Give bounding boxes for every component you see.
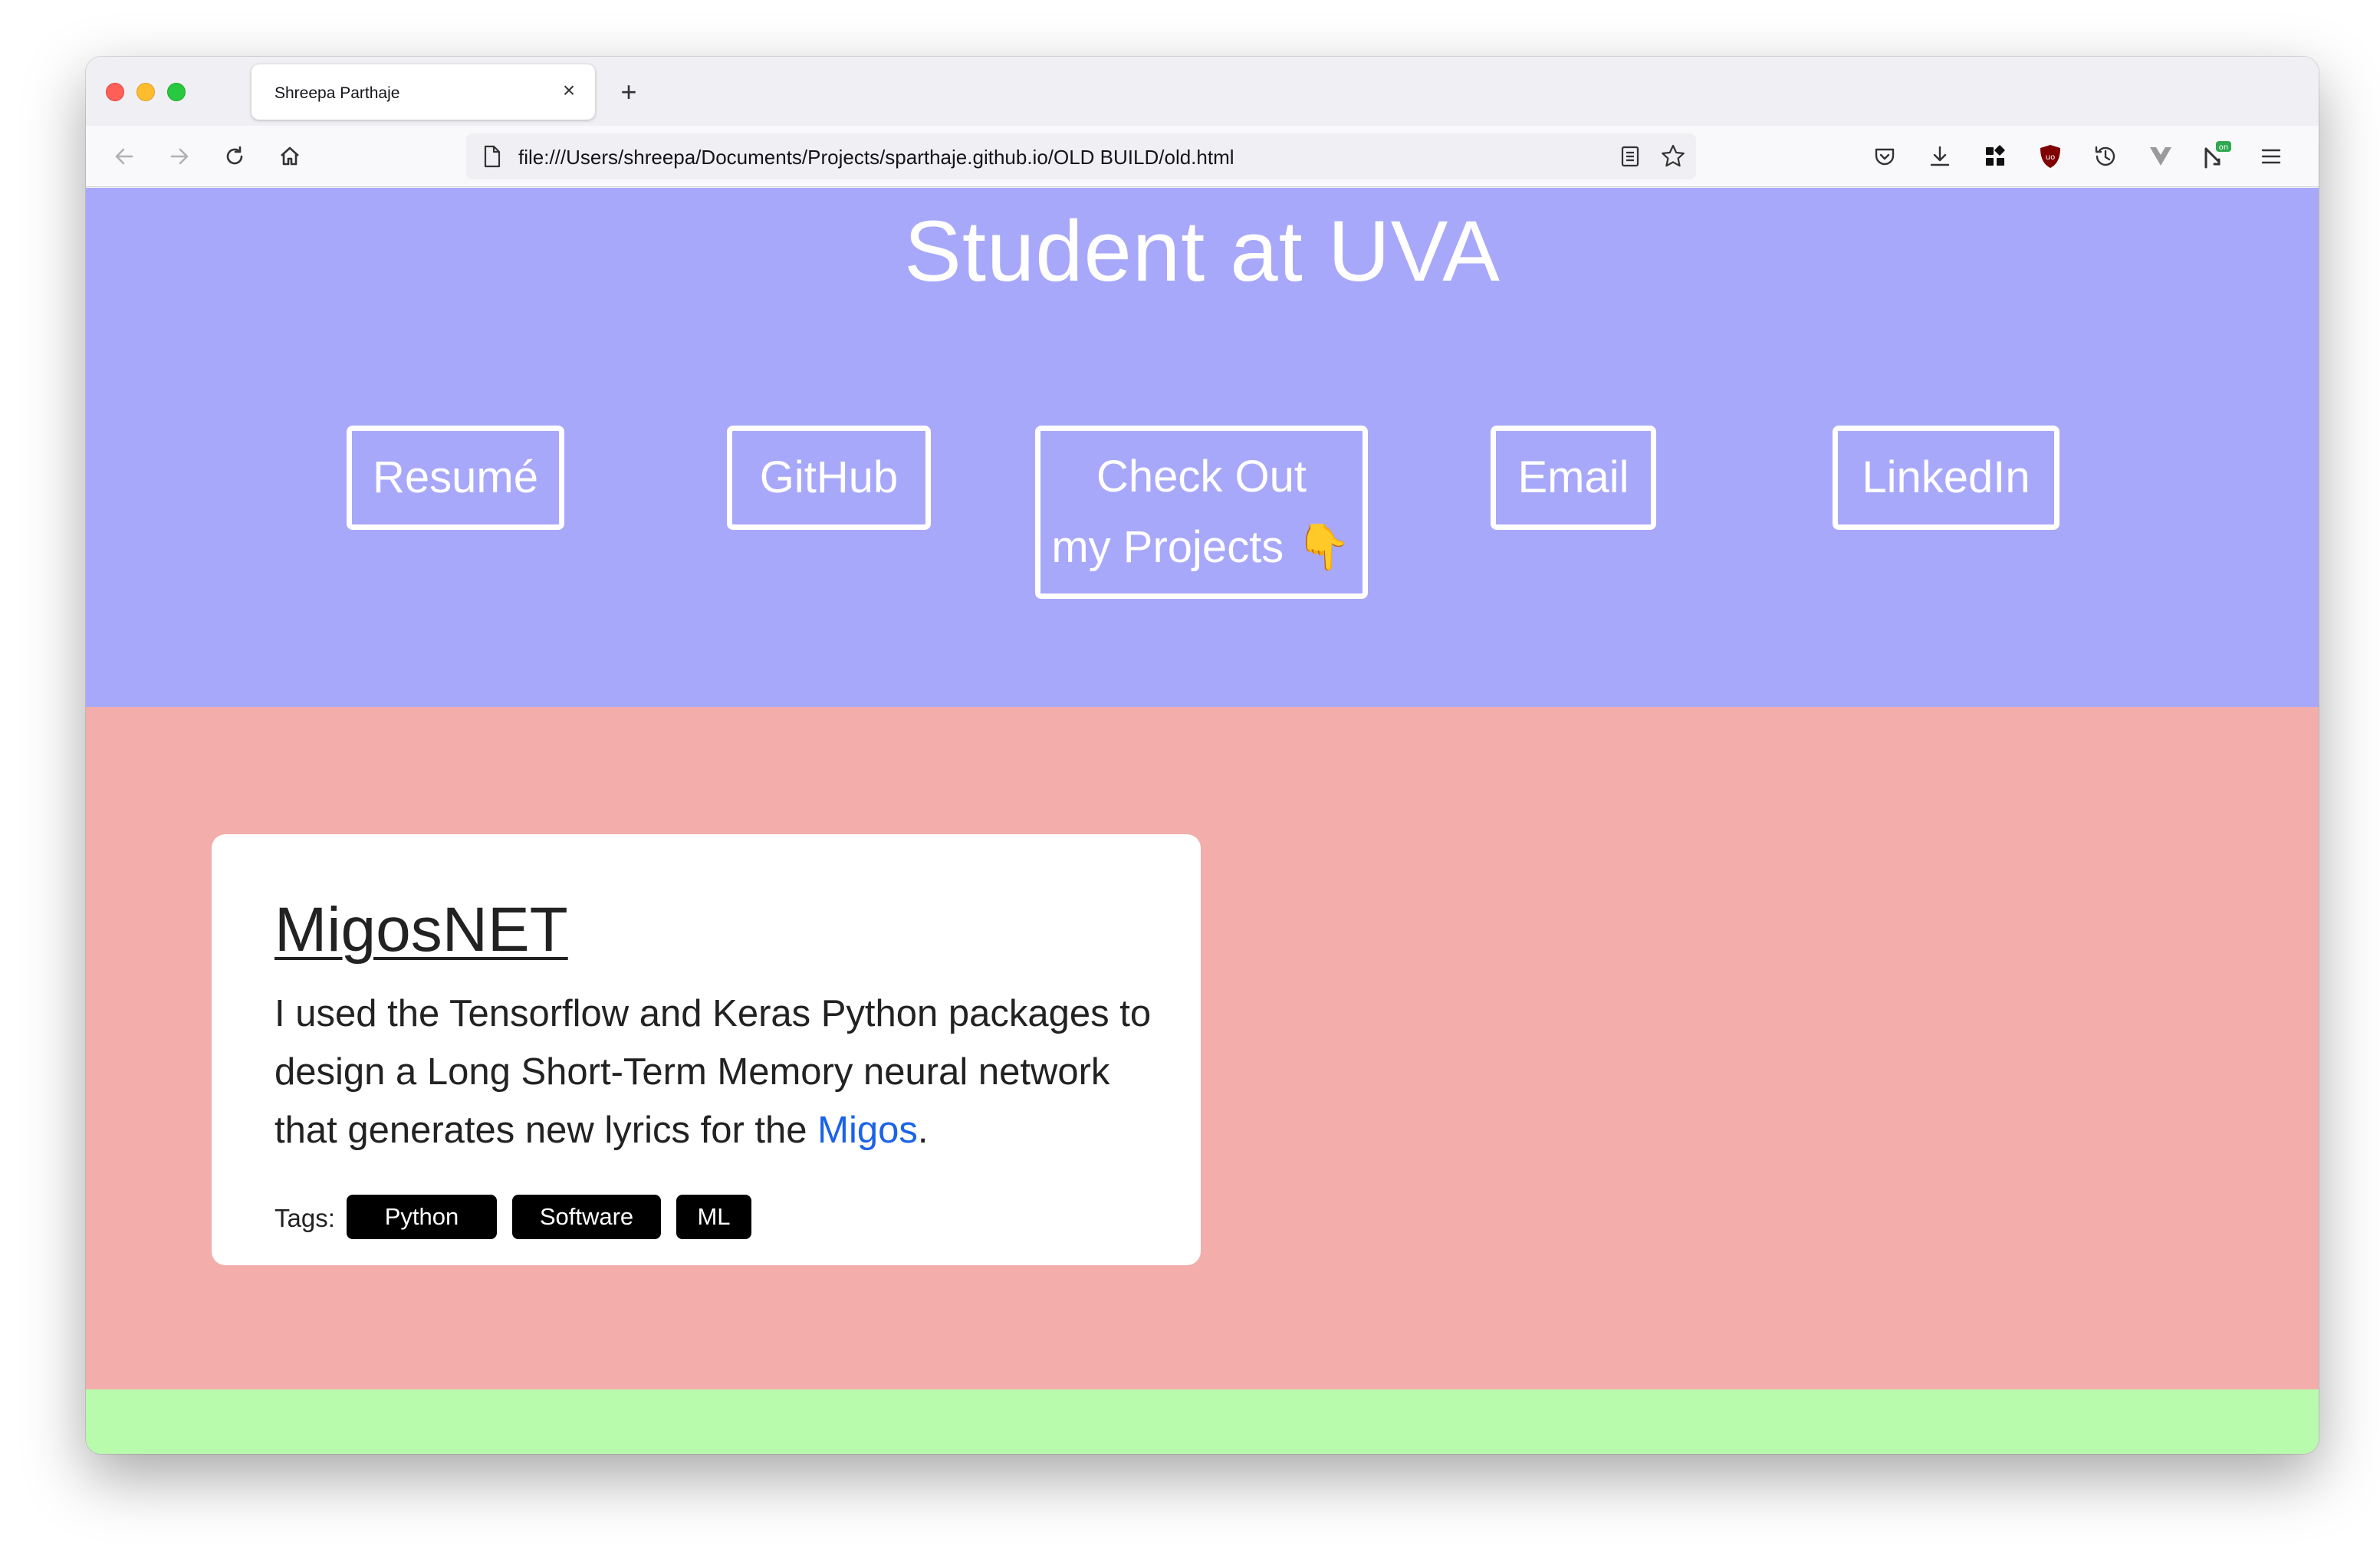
tag-ml[interactable]: ML	[676, 1195, 751, 1239]
arrow-right-icon	[170, 148, 189, 165]
ublock-button[interactable]: uo	[2035, 141, 2066, 172]
linkedin-button[interactable]: LinkedIn	[1833, 426, 2059, 530]
browser-window: Shreepa Parthaje × + file:///Users/shree…	[86, 57, 2319, 1454]
project-description: I used the Tensorflow and Keras Python p…	[274, 985, 1156, 1159]
email-button[interactable]: Email	[1491, 426, 1656, 530]
downloads-button[interactable]	[1925, 141, 1955, 172]
reload-button[interactable]	[219, 141, 250, 172]
project-title-link[interactable]: MigosNET	[274, 894, 568, 966]
web-page: Student at UVA Resumé GitHub Check Out m…	[86, 188, 2319, 1454]
browser-tab[interactable]: Shreepa Parthaje ×	[251, 64, 595, 120]
project-card: MigosNET I used the Tensorflow and Keras…	[212, 834, 1201, 1265]
tag-python[interactable]: Python	[347, 1195, 497, 1239]
pocket-button[interactable]	[1869, 141, 1900, 172]
minimize-window-button[interactable]	[136, 83, 155, 101]
tag-software[interactable]: Software	[512, 1195, 661, 1239]
project-description-text: I used the Tensorflow and Keras Python p…	[274, 993, 1152, 1151]
history-icon	[2095, 146, 2115, 166]
vue-icon	[2150, 147, 2171, 166]
close-window-button[interactable]	[106, 83, 124, 101]
reload-icon	[226, 146, 243, 165]
history-button[interactable]	[2090, 141, 2121, 172]
tags-label: Tags:	[274, 1204, 335, 1232]
resume-button[interactable]: Resumé	[347, 426, 564, 530]
projects-button-line2: my Projects 👇	[1051, 522, 1352, 572]
navigation-toolbar: file:///Users/shreepa/Documents/Projects…	[86, 126, 2319, 187]
menu-button[interactable]	[2256, 141, 2286, 172]
home-icon	[281, 146, 299, 166]
home-button[interactable]	[274, 141, 305, 172]
download-icon	[1930, 146, 1950, 166]
url-text[interactable]: file:///Users/shreepa/Documents/Projects…	[518, 146, 1234, 169]
back-button[interactable]	[109, 141, 140, 172]
hero-title: Student at UVA	[904, 203, 1501, 299]
hamburger-menu-icon	[2261, 149, 2281, 164]
reader-view-icon[interactable]	[1616, 143, 1644, 170]
svg-text:uo: uo	[2046, 153, 2055, 162]
projects-button-line1: Check Out	[1096, 452, 1307, 501]
grid-icon	[1986, 145, 2005, 166]
projects-section: MigosNET I used the Tensorflow and Keras…	[86, 707, 2319, 1389]
arrow-left-icon	[115, 148, 133, 165]
vue-devtools-button[interactable]	[2145, 141, 2176, 172]
hero-section: Student at UVA Resumé GitHub Check Out m…	[86, 188, 2319, 707]
pocket-icon	[1875, 148, 1895, 166]
maximize-window-button[interactable]	[167, 83, 186, 101]
shield-icon: uo	[2040, 145, 2060, 168]
page-icon	[478, 143, 506, 170]
projects-button[interactable]: Check Out my Projects 👇	[1035, 426, 1368, 599]
tab-strip: Shreepa Parthaje × +	[86, 57, 2319, 126]
url-bar[interactable]: file:///Users/shreepa/Documents/Projects…	[466, 133, 1696, 179]
project-description-end: .	[917, 1110, 929, 1151]
extensions-grid-button[interactable]	[1980, 141, 2010, 172]
cursor-icon: on	[2204, 141, 2231, 169]
tab-title: Shreepa Parthaje	[274, 84, 400, 102]
github-button[interactable]: GitHub	[727, 426, 931, 530]
forward-button[interactable]	[164, 141, 195, 172]
tab-close-icon[interactable]: ×	[557, 78, 581, 103]
extension-on-button[interactable]: on	[2201, 141, 2231, 172]
footer-section	[86, 1389, 2319, 1454]
bookmark-star-icon[interactable]	[1659, 143, 1687, 170]
svg-text:on: on	[2219, 143, 2228, 152]
migos-link[interactable]: Migos	[817, 1110, 918, 1151]
new-tab-button[interactable]: +	[613, 77, 644, 107]
